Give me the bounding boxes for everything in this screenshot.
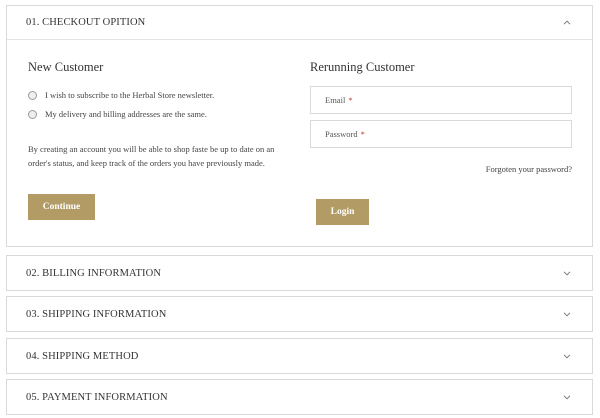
billing-information-panel: 02. BILLING INFORMATION bbox=[6, 255, 593, 291]
shipping-information-header[interactable]: 03. SHIPPING INFORMATION bbox=[7, 297, 592, 331]
shipping-method-title: 04. SHIPPING METHOD bbox=[26, 350, 139, 362]
chevron-down-icon[interactable] bbox=[562, 392, 572, 402]
newsletter-option-label: I wish to subscribe to the Herbal Store … bbox=[45, 90, 215, 100]
account-benefits-note: By creating an account you will be able … bbox=[28, 144, 275, 168]
new-customer-heading: New Customer bbox=[28, 60, 104, 74]
email-required-mark: * bbox=[348, 95, 353, 105]
shipping-information-title: 03. SHIPPING INFORMATION bbox=[26, 308, 167, 320]
password-field-label: Password bbox=[325, 129, 358, 139]
email-field[interactable]: Email * bbox=[310, 86, 572, 114]
payment-information-panel: 05. PAYMENT INFORMATION bbox=[6, 379, 593, 415]
newsletter-radio[interactable] bbox=[28, 90, 37, 100]
chevron-up-icon[interactable] bbox=[562, 18, 572, 28]
payment-information-title: 05. PAYMENT INFORMATION bbox=[26, 391, 168, 403]
chevron-down-icon[interactable] bbox=[562, 309, 572, 319]
billing-information-header[interactable]: 02. BILLING INFORMATION bbox=[7, 256, 592, 290]
shipping-information-panel: 03. SHIPPING INFORMATION bbox=[6, 296, 593, 332]
same-address-option[interactable]: My delivery and billing addresses are th… bbox=[28, 109, 207, 119]
continue-button[interactable]: Continue bbox=[28, 194, 95, 220]
newsletter-option[interactable]: I wish to subscribe to the Herbal Store … bbox=[28, 90, 214, 100]
chevron-down-icon[interactable] bbox=[562, 351, 572, 361]
checkout-option-body: New Customer I wish to subscribe to the … bbox=[7, 40, 592, 246]
login-button[interactable]: Login bbox=[316, 199, 369, 225]
email-field-label: Email bbox=[325, 95, 346, 105]
payment-information-header[interactable]: 05. PAYMENT INFORMATION bbox=[7, 380, 592, 414]
forgot-password-link[interactable]: Forgoten your password? bbox=[486, 164, 572, 174]
shipping-method-panel: 04. SHIPPING METHOD bbox=[6, 338, 593, 374]
password-field[interactable]: Password * bbox=[310, 120, 572, 148]
checkout-option-header[interactable]: 01. CHECKOUT OPITION bbox=[7, 6, 592, 40]
chevron-down-icon[interactable] bbox=[562, 268, 572, 278]
checkout-option-title: 01. CHECKOUT OPITION bbox=[26, 17, 146, 28]
same-address-radio[interactable] bbox=[28, 109, 37, 119]
password-required-mark: * bbox=[360, 129, 365, 139]
returning-customer-heading: Rerunning Customer bbox=[310, 60, 415, 74]
same-address-option-label: My delivery and billing addresses are th… bbox=[45, 109, 207, 119]
shipping-method-header[interactable]: 04. SHIPPING METHOD bbox=[7, 339, 592, 373]
checkout-option-panel: 01. CHECKOUT OPITION New Customer I wish… bbox=[6, 5, 593, 247]
billing-information-title: 02. BILLING INFORMATION bbox=[26, 267, 162, 279]
